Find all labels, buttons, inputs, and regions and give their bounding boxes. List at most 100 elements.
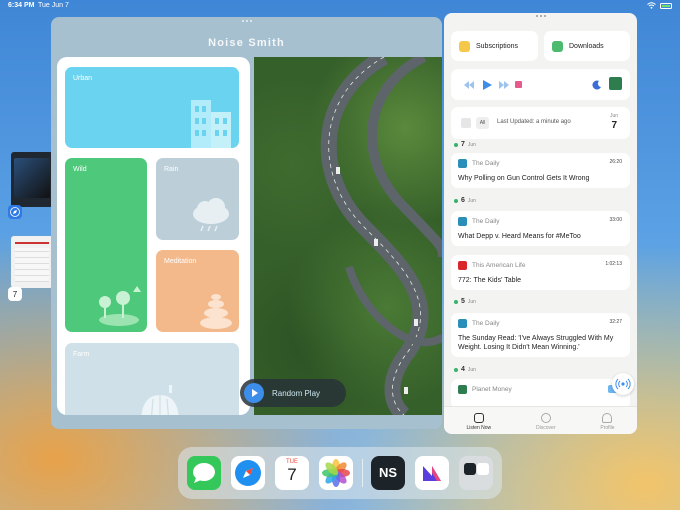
tab-profile[interactable]: Profile — [600, 407, 615, 434]
app-switcher-stack-icon[interactable] — [459, 456, 493, 490]
stones-icon — [200, 294, 232, 329]
status-date: Tue Jun 7 — [38, 2, 69, 9]
show-name: The Daily — [472, 218, 500, 225]
show-artwork — [458, 385, 467, 394]
date-month: Jun — [609, 113, 618, 119]
episode-card[interactable]: This American Life 1:02:13 772: The Kids… — [451, 255, 630, 290]
random-play-label: Random Play — [272, 388, 321, 398]
tile-label: Wild — [73, 166, 87, 173]
window-grabber[interactable] — [240, 20, 254, 23]
broadcast-icon — [615, 378, 631, 390]
tab-discover[interactable]: Discover — [536, 407, 556, 434]
calendar-stage-icon[interactable]: 7 — [8, 287, 22, 301]
player-controls — [451, 69, 630, 100]
stage-thumbnail-2[interactable] — [11, 236, 53, 288]
dock-separator — [362, 459, 363, 487]
episode-title: Why Polling on Gun Control Gets It Wrong — [458, 175, 590, 182]
wifi-icon — [647, 2, 656, 9]
episode-title: What Depp v. Heard Means for #MeToo — [458, 233, 581, 240]
show-name: The Daily — [472, 160, 500, 167]
tile-label: Meditation — [164, 258, 197, 265]
update-status-bar: All Last Updated: a minute ago Jun 7 — [451, 107, 630, 139]
episode-card[interactable]: The Daily 33:00 What Depp v. Heard Means… — [451, 211, 630, 246]
stage-thumbnail-1[interactable] — [11, 152, 53, 207]
battery-icon — [660, 2, 672, 9]
scene-panel: Urban Wild Rain Meditation Farm — [57, 57, 250, 415]
ns-label: NS — [378, 465, 398, 480]
random-play-button[interactable]: Random Play — [240, 379, 346, 407]
calendar-filter-icon[interactable] — [461, 118, 471, 128]
photos-app-icon[interactable] — [319, 456, 353, 490]
subscriptions-label: Subscriptions — [476, 42, 519, 50]
speech-bubble-icon — [193, 463, 215, 483]
episode-duration: 1:02:13 — [605, 261, 622, 267]
subscriptions-button[interactable]: Subscriptions — [451, 31, 538, 61]
safari-app-icon[interactable] — [231, 456, 265, 490]
podcast-app-icon[interactable] — [415, 456, 449, 490]
episode-title: The Sunday Read: 'I've Always Struggled … — [458, 335, 614, 351]
stop-icon[interactable] — [515, 81, 522, 88]
tab-bar: Listen Now Discover Profile — [444, 406, 637, 434]
show-artwork — [458, 159, 467, 168]
day-header: 7 Jun — [454, 141, 476, 148]
compass-icon — [235, 460, 261, 486]
status-time: 6:34 PM — [8, 2, 35, 9]
show-name: Planet Money — [472, 386, 512, 393]
calendar-day: 7 — [287, 465, 297, 484]
show-artwork — [458, 319, 467, 328]
rewind-icon[interactable] — [463, 80, 475, 90]
calendar-app-icon[interactable]: TUE 7 — [275, 456, 309, 490]
episode-duration: 32:27 — [609, 319, 622, 325]
compass-icon — [540, 413, 551, 423]
tile-rain[interactable]: Rain — [156, 158, 239, 240]
status-bar: 6:34 PM Tue Jun 7 — [0, 0, 680, 12]
day-header: 6 Jun — [454, 197, 476, 204]
tile-wild[interactable]: Wild — [65, 158, 147, 332]
episode-card[interactable]: The Daily 26:20 Why Polling on Gun Contr… — [451, 153, 630, 188]
tile-meditation[interactable]: Meditation — [156, 250, 239, 332]
tile-farm[interactable]: Farm — [65, 343, 239, 415]
app-title: Noise Smith — [208, 37, 285, 49]
farm-icon — [141, 385, 179, 415]
photos-flower-icon — [322, 459, 350, 487]
show-artwork — [458, 261, 467, 270]
m-mini-icon — [477, 463, 489, 475]
play-icon[interactable] — [482, 80, 492, 90]
tile-label: Rain — [164, 166, 179, 173]
live-broadcast-button[interactable] — [612, 373, 634, 395]
tab-listen-now[interactable]: Listen Now — [466, 407, 491, 434]
listen-now-icon — [473, 413, 484, 423]
episode-card[interactable]: Planet Money — [451, 379, 630, 409]
trees-icon — [99, 286, 141, 326]
day-header: 4 Jun — [454, 366, 476, 373]
downloads-label: Downloads — [569, 42, 604, 50]
rain-cloud-icon — [193, 198, 229, 232]
safari-stage-icon[interactable] — [8, 205, 22, 219]
noise-smith-app-icon[interactable]: NS — [371, 456, 405, 490]
window-grabber[interactable] — [534, 15, 548, 18]
last-updated-text: Last Updated: a minute ago — [497, 119, 571, 125]
profile-icon — [602, 413, 613, 423]
podcast-window: Subscriptions Downloads All Last Updated… — [444, 13, 637, 434]
episode-card[interactable]: The Daily 32:27 The Sunday Read: 'I've A… — [451, 313, 630, 357]
downloads-button[interactable]: Downloads — [544, 31, 630, 61]
fast-forward-icon[interactable] — [498, 80, 510, 90]
show-name: This American Life — [472, 262, 526, 269]
show-artwork — [458, 217, 467, 226]
filter-all-chip[interactable]: All — [476, 117, 489, 129]
subscriptions-icon — [459, 40, 470, 52]
buildings-icon — [191, 100, 231, 148]
date-day: 7 — [611, 120, 617, 131]
tile-urban[interactable]: Urban — [65, 67, 239, 148]
podcast-artwork-icon[interactable] — [609, 77, 622, 90]
m-logo-icon — [423, 466, 441, 481]
play-icon — [244, 383, 264, 403]
stage-calendar-day: 7 — [12, 290, 18, 299]
ns-mini-icon — [464, 463, 476, 475]
episode-duration: 26:20 — [609, 159, 622, 165]
messages-app-icon[interactable] — [187, 456, 221, 490]
downloads-icon — [552, 40, 563, 52]
sleep-timer-icon[interactable] — [592, 80, 602, 90]
episode-title: 772: The Kids' Table — [458, 277, 521, 284]
tile-label: Farm — [73, 351, 90, 358]
